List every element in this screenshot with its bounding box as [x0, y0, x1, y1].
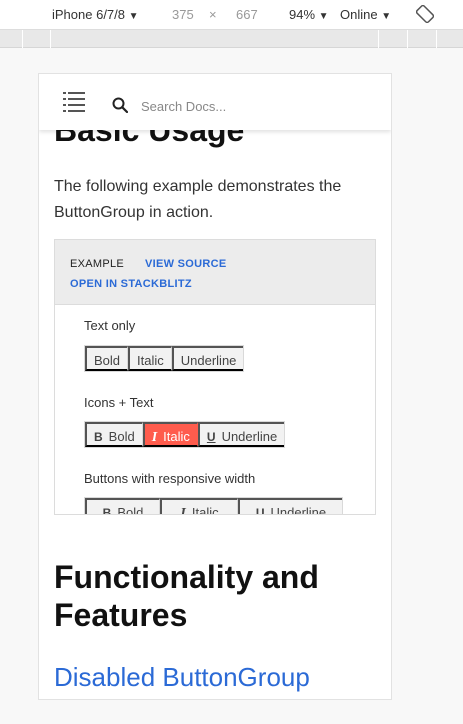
disabled-buttongroup-link[interactable]: Disabled ButtonGroup: [54, 662, 310, 693]
group-title-icons-text: Icons + Text: [84, 395, 154, 410]
underline-button[interactable]: U Underline: [238, 498, 342, 515]
device-select[interactable]: iPhone 6/7/8 ▼: [52, 7, 139, 22]
chevron-down-icon: ▼: [318, 11, 329, 22]
underline-button[interactable]: Underline: [171, 346, 244, 371]
chevron-down-icon: ▼: [381, 11, 392, 22]
media-query-ruler[interactable]: [0, 30, 463, 48]
chevron-down-icon: ▼: [128, 11, 139, 22]
italic-icon: I: [180, 506, 186, 515]
open-in-stackblitz-link[interactable]: OPEN IN STACKBLITZ: [70, 278, 192, 290]
search-icon: [112, 97, 128, 113]
intro-paragraph: The following example demonstrates the B…: [54, 178, 342, 221]
bold-button[interactable]: B Bold: [85, 422, 143, 447]
bold-icon: B: [94, 430, 103, 444]
italic-button[interactable]: I Italic: [160, 498, 238, 515]
underline-icon: U: [255, 506, 265, 515]
example-panel: EXAMPLE VIEW SOURCE OPEN IN STACKBLITZ T…: [54, 239, 376, 515]
button-label: Underline: [221, 429, 278, 444]
button-label: Bold: [108, 429, 135, 444]
group-title-responsive-width: Buttons with responsive width: [84, 471, 256, 486]
button-label: Italic: [191, 505, 219, 515]
search-docs-input[interactable]: [141, 96, 361, 116]
view-source-link[interactable]: VIEW SOURCE: [145, 258, 227, 270]
network-throttle-select[interactable]: Online ▼: [340, 7, 391, 22]
dimension-separator: ×: [209, 7, 217, 22]
button-label: Underline: [270, 505, 327, 515]
italic-button-active[interactable]: I Italic: [142, 422, 198, 447]
example-header: EXAMPLE VIEW SOURCE OPEN IN STACKBLITZ: [55, 240, 375, 305]
buttongroup-responsive-width: B Bold I Italic U Underline: [84, 497, 343, 515]
rotate-icon[interactable]: [416, 5, 434, 23]
example-label: EXAMPLE: [70, 258, 125, 270]
buttongroup-icons-text: B Bold I Italic U Underline: [84, 421, 286, 448]
italic-icon: I: [151, 430, 158, 445]
devtools-device-toolbar: iPhone 6/7/8 ▼ 375 × 667 94% ▼ Online ▼: [0, 0, 463, 30]
underline-icon: U: [206, 430, 216, 444]
menu-list-icon[interactable]: [63, 92, 85, 112]
button-label: Bold: [117, 505, 144, 515]
viewport-height-input[interactable]: 667: [236, 7, 258, 22]
zoom-select[interactable]: 94% ▼: [289, 7, 329, 22]
underline-button[interactable]: U Underline: [197, 422, 285, 447]
section-title-functionality: Functionality and Features: [54, 559, 319, 633]
bold-button[interactable]: B Bold: [85, 498, 160, 515]
docs-top-nav: [39, 74, 391, 130]
device-viewport: Basic Usage The following example demons…: [38, 73, 392, 700]
buttongroup-text-only: Bold Italic Underline: [84, 345, 245, 372]
bold-icon: B: [102, 506, 112, 515]
button-label: Italic: [163, 429, 190, 444]
viewport-width-input[interactable]: 375: [172, 7, 194, 22]
bold-button[interactable]: Bold: [85, 346, 129, 371]
group-title-text-only: Text only: [84, 318, 136, 333]
italic-button[interactable]: Italic: [128, 346, 172, 371]
